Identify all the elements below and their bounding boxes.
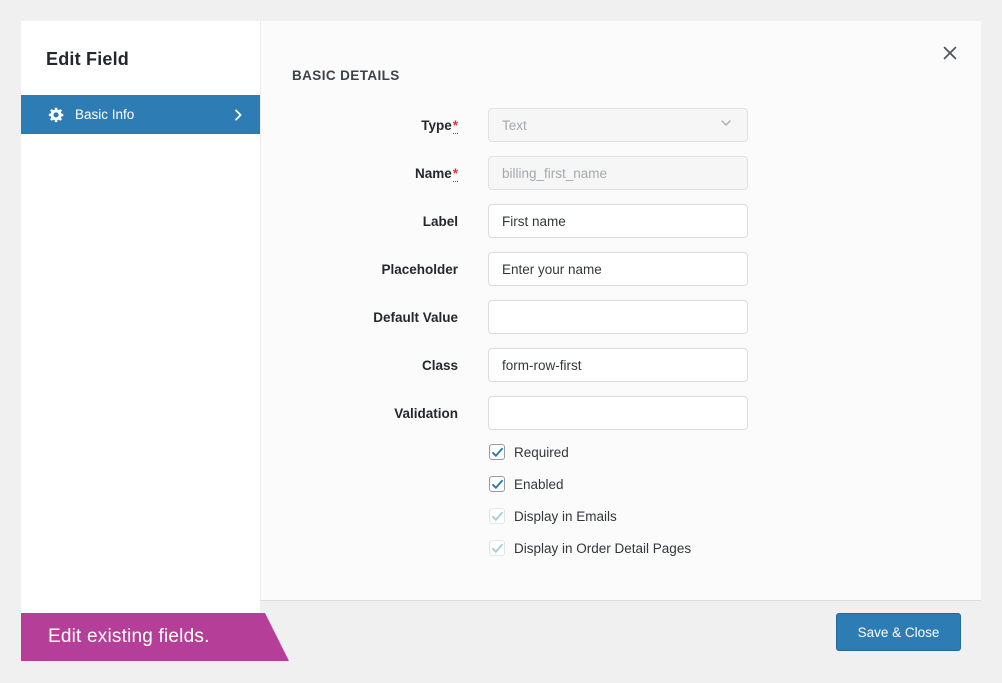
label-input[interactable] (488, 204, 748, 238)
required-asterisk: * (453, 118, 458, 134)
checkbox-group: Required Enabled Display in Emails (489, 444, 981, 556)
checkbox-label: Required (514, 445, 569, 460)
placeholder-input[interactable] (488, 252, 748, 286)
checkbox-row-enabled: Enabled (489, 476, 981, 492)
type-label: Type* (261, 118, 458, 133)
sidebar-title: Edit Field (46, 49, 260, 70)
form-row-class: Class (261, 348, 981, 382)
banner-text: Edit existing fields. (48, 626, 210, 648)
checkbox-row-required: Required (489, 444, 981, 460)
default-value-input[interactable] (488, 300, 748, 334)
name-label: Name* (261, 166, 458, 181)
chevron-down-icon (718, 115, 734, 136)
checkbox-row-display-in-emails: Display in Emails (489, 508, 981, 524)
check-icon (491, 510, 504, 523)
class-input[interactable] (488, 348, 748, 382)
checkbox-row-display-in-order-detail-pages: Display in Order Detail Pages (489, 540, 981, 556)
check-icon (491, 446, 504, 459)
sidebar-item-label: Basic Info (75, 107, 230, 122)
name-input (488, 156, 748, 190)
edit-field-sidebar: Edit Field Basic Info (21, 21, 260, 613)
form-row-placeholder: Placeholder (261, 252, 981, 286)
sidebar-item-basic-info[interactable]: Basic Info (21, 95, 260, 134)
gear-icon (48, 106, 65, 123)
required-asterisk: * (453, 166, 458, 182)
form-row-validation: Validation (261, 396, 981, 430)
label-label: Label (261, 214, 458, 229)
default-value-label: Default Value (261, 310, 458, 325)
checkbox-label: Display in Order Detail Pages (514, 541, 691, 556)
form-row-label: Label (261, 204, 981, 238)
chevron-right-icon (230, 107, 246, 123)
check-icon (491, 542, 504, 555)
validation-label: Validation (261, 406, 458, 421)
basic-details-panel: BASIC DETAILS Type* Text (260, 21, 981, 601)
save-and-close-button[interactable]: Save & Close (836, 613, 961, 651)
required-checkbox[interactable] (489, 444, 505, 460)
type-select-value: Text (502, 118, 527, 133)
close-icon[interactable] (939, 42, 961, 64)
form-row-default-value: Default Value (261, 300, 981, 334)
enabled-checkbox[interactable] (489, 476, 505, 492)
display-in-emails-checkbox (489, 508, 505, 524)
type-select: Text (488, 108, 748, 142)
panel-title: BASIC DETAILS (292, 68, 400, 83)
check-icon (491, 478, 504, 491)
checkbox-label: Enabled (514, 477, 564, 492)
checkbox-label: Display in Emails (514, 509, 617, 524)
validation-input[interactable] (488, 396, 748, 430)
edit-existing-fields-banner: Edit existing fields. (21, 613, 289, 661)
form-row-name: Name* (261, 156, 981, 190)
placeholder-label: Placeholder (261, 262, 458, 277)
display-in-order-detail-pages-checkbox (489, 540, 505, 556)
class-label: Class (261, 358, 458, 373)
field-form: Type* Text Name* Label (261, 108, 981, 572)
form-row-type: Type* Text (261, 108, 981, 142)
